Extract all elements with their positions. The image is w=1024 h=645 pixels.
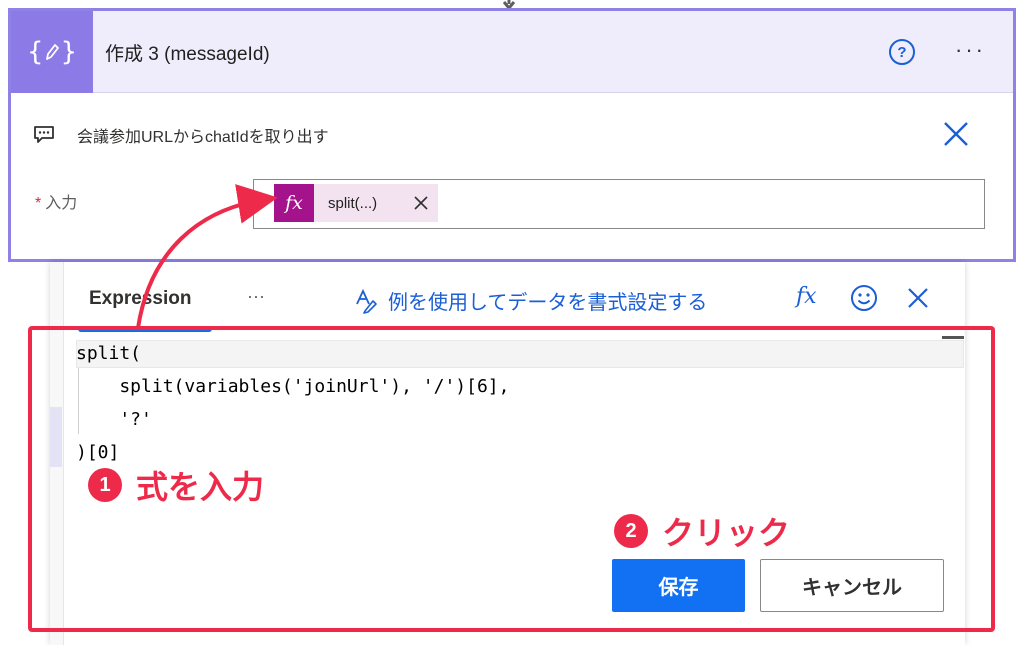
tab-more-options[interactable]: ··· [247,286,265,307]
input-label: * 入力 [35,189,77,213]
comment-text[interactable]: 会議参加URLからchatIdを取り出す [77,123,329,147]
tab-expression[interactable]: Expression [89,288,191,310]
comment-icon [34,126,54,143]
card-title[interactable]: 作成 3 (messageId) [105,39,270,66]
close-icon[interactable] [941,119,971,149]
card-header[interactable]: { } 作成 3 (messageId) ? ··· [11,11,1013,93]
comment-row: 会議参加URLからchatIdを取り出す [33,123,329,147]
format-data-link[interactable]: 例を使用してデータを書式設定する [354,286,707,315]
emoji-icon[interactable] [850,284,878,312]
format-data-text: 例を使用してデータを書式設定する [388,292,708,314]
annotation-text: クリック [662,515,791,551]
annotation-number: 1 [88,468,122,502]
input-field[interactable]: fx split(...) [253,179,985,229]
annotation-text: 式を入力 [136,469,265,505]
annotation-step-2: 2 クリック [614,508,790,554]
format-data-icon [356,288,377,314]
compose-icon: { } [11,11,93,93]
token-label: split(...) [328,194,378,212]
annotation-step-1: 1 式を入力 [88,462,264,508]
input-label-text: 入力 [45,195,78,212]
function-icon: fx [274,184,314,222]
close-icon[interactable] [906,286,930,310]
required-marker: * [35,195,42,212]
compose-action-card: { } 作成 3 (messageId) ? ··· 会議参加URLからchat… [8,8,1016,262]
remove-token-icon[interactable] [412,194,430,212]
function-icon[interactable]: fx [796,284,817,309]
expression-token[interactable]: fx split(...) [274,184,438,222]
help-icon[interactable]: ? [889,39,915,65]
more-options-icon[interactable]: ··· [955,37,986,63]
annotation-number: 2 [614,514,648,548]
